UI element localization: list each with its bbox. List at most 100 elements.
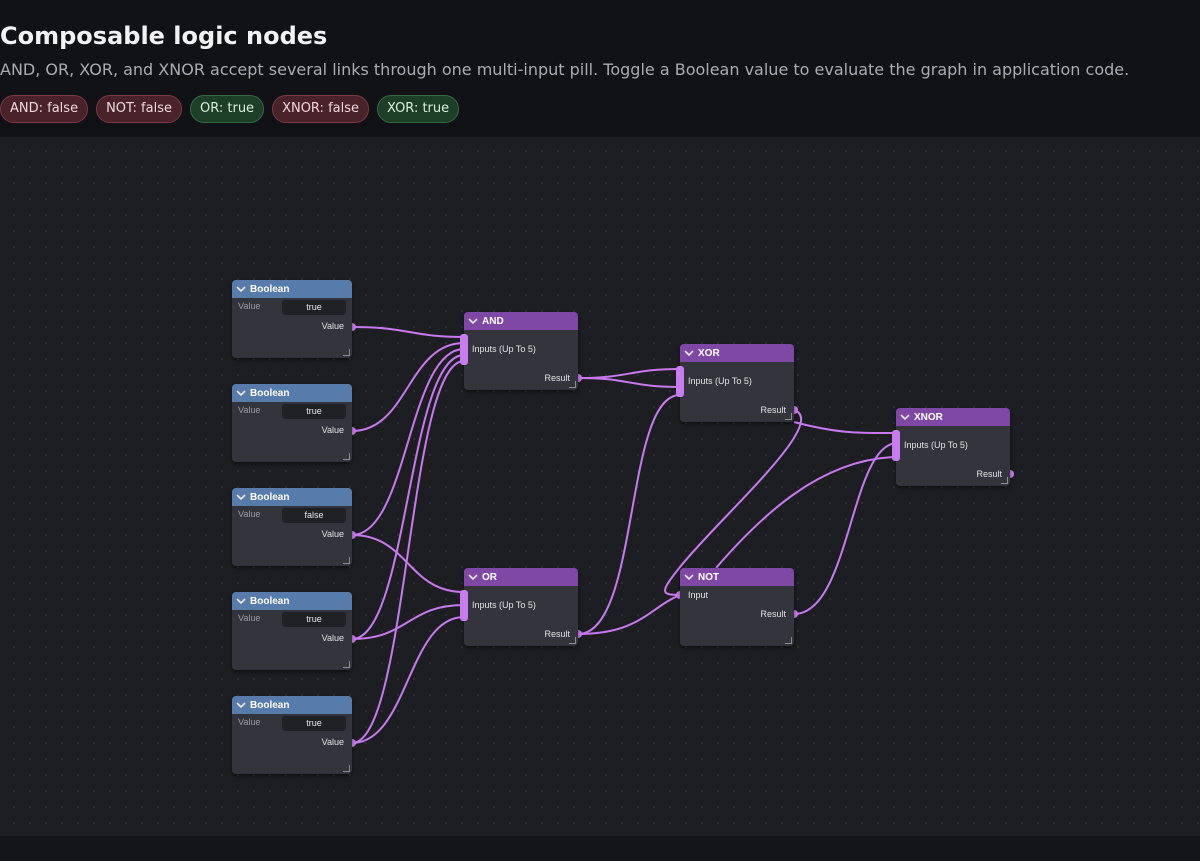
node-title: Boolean [250, 387, 290, 399]
chevron-down-icon[interactable] [684, 349, 694, 357]
resize-handle-icon[interactable] [569, 637, 576, 644]
resize-handle-icon[interactable] [343, 349, 350, 356]
resize-handle-icon[interactable] [1001, 477, 1008, 484]
value-field-label: Value [238, 301, 261, 311]
multi-input-pill[interactable] [460, 334, 468, 365]
wire-or-to-xor[interactable] [577, 394, 681, 635]
node-title: Boolean [250, 283, 290, 295]
output-label: Value [321, 529, 344, 539]
boolean-node-header[interactable]: Boolean [232, 488, 352, 506]
resize-handle-icon[interactable] [785, 413, 792, 420]
chevron-down-icon[interactable] [236, 493, 246, 501]
boolean-node-header[interactable]: Boolean [232, 280, 352, 298]
not-node[interactable]: NOT Input Result [680, 568, 794, 646]
input-label: Inputs (Up To 5) [472, 600, 536, 610]
output-label: Result [760, 609, 786, 619]
chevron-down-icon[interactable] [236, 389, 246, 397]
boolean-node-5[interactable]: Boolean Value true Value [232, 696, 352, 774]
output-label: Result [760, 405, 786, 415]
multi-input-pill[interactable] [892, 430, 900, 461]
wire-not-to-xnor[interactable] [715, 456, 897, 569]
status-badge-xor: XOR: true [377, 95, 460, 123]
value-toggle[interactable]: true [282, 300, 346, 315]
input-label: Inputs (Up To 5) [688, 376, 752, 386]
wire-bool3-to-or[interactable] [351, 534, 465, 593]
wire-bool4-to-and[interactable] [351, 354, 465, 640]
resize-handle-icon[interactable] [785, 637, 792, 644]
wire-not-result-to-xnor[interactable] [793, 442, 897, 615]
status-badge-and: AND: false [0, 95, 89, 123]
wire-bool5-to-and[interactable] [351, 360, 465, 744]
value-field-label: Value [238, 509, 261, 519]
boolean-node-header[interactable]: Boolean [232, 384, 352, 402]
status-badges: AND: false NOT: false OR: true XNOR: fal… [0, 95, 460, 123]
wire-xor-to-xnor[interactable] [793, 421, 897, 435]
node-title: Boolean [250, 491, 290, 503]
wire-and-to-xor[interactable] [577, 368, 681, 379]
value-toggle[interactable]: true [282, 404, 346, 419]
or-node-header[interactable]: OR [464, 568, 578, 586]
chevron-down-icon[interactable] [468, 573, 478, 581]
chevron-down-icon[interactable] [236, 597, 246, 605]
wire-bool5-to-or[interactable] [351, 616, 465, 744]
wire-bool1-to-and[interactable] [351, 326, 465, 338]
node-title: Boolean [250, 595, 290, 607]
wire-layer [348, 323, 1014, 747]
boolean-node-2[interactable]: Boolean Value true Value [232, 384, 352, 462]
status-badge-not: NOT: false [96, 95, 182, 123]
chevron-down-icon[interactable] [236, 701, 246, 709]
status-badge-xnor: XNOR: false [272, 95, 369, 123]
xor-node-header[interactable]: XOR [680, 344, 794, 362]
and-node[interactable]: AND Inputs (Up To 5) Result [460, 312, 578, 390]
chevron-down-icon[interactable] [468, 317, 478, 325]
resize-handle-icon[interactable] [343, 765, 350, 772]
output-label: Result [544, 373, 570, 383]
and-node-header[interactable]: AND [464, 312, 578, 330]
resize-handle-icon[interactable] [343, 557, 350, 564]
boolean-node-4[interactable]: Boolean Value true Value [232, 592, 352, 670]
boolean-node-1[interactable]: Boolean Value true Value [232, 280, 352, 358]
not-node-header[interactable]: NOT [680, 568, 794, 586]
value-toggle[interactable]: false [282, 508, 346, 523]
or-node[interactable]: OR Inputs (Up To 5) Result [460, 568, 578, 646]
multi-input-pill[interactable] [676, 366, 684, 397]
output-label: Value [321, 321, 344, 331]
value-field-label: Value [238, 613, 261, 623]
chevron-down-icon[interactable] [236, 285, 246, 293]
chevron-down-icon[interactable] [900, 413, 910, 421]
multi-input-pill[interactable] [460, 590, 468, 621]
page-subtitle: AND, OR, XOR, and XNOR accept several li… [0, 60, 1130, 79]
output-label: Result [976, 469, 1002, 479]
status-badge-or: OR: true [190, 95, 265, 123]
output-label: Value [321, 633, 344, 643]
node-title: AND [482, 315, 504, 327]
input-label: Inputs (Up To 5) [904, 440, 968, 450]
wire-bool3-to-and[interactable] [351, 348, 465, 536]
node-editor-canvas[interactable]: Boolean Value true Value Boolean Value t… [0, 137, 1200, 836]
value-toggle[interactable]: true [282, 716, 346, 731]
boolean-node-3[interactable]: Boolean Value false Value [232, 488, 352, 566]
bottom-bar [0, 836, 1200, 861]
xnor-node-header[interactable]: XNOR [896, 408, 1010, 426]
node-title: NOT [698, 571, 720, 583]
node-title: XNOR [914, 411, 943, 423]
boolean-node-header[interactable]: Boolean [232, 696, 352, 714]
output-label: Value [321, 425, 344, 435]
xnor-node[interactable]: XNOR Inputs (Up To 5) Result [892, 408, 1010, 486]
value-toggle[interactable]: true [282, 612, 346, 627]
output-label: Result [544, 629, 570, 639]
wire-and-to-xor-2[interactable] [577, 377, 681, 388]
boolean-node-header[interactable]: Boolean [232, 592, 352, 610]
input-label: Input [688, 590, 709, 600]
xor-node[interactable]: XOR Inputs (Up To 5) Result [676, 344, 794, 422]
node-title: OR [482, 571, 497, 583]
resize-handle-icon[interactable] [343, 453, 350, 460]
page-title: Composable logic nodes [0, 22, 328, 50]
chevron-down-icon[interactable] [684, 573, 694, 581]
output-label: Value [321, 737, 344, 747]
node-title: Boolean [250, 699, 290, 711]
resize-handle-icon[interactable] [343, 661, 350, 668]
value-field-label: Value [238, 717, 261, 727]
resize-handle-icon[interactable] [569, 381, 576, 388]
node-title: XOR [698, 347, 720, 359]
